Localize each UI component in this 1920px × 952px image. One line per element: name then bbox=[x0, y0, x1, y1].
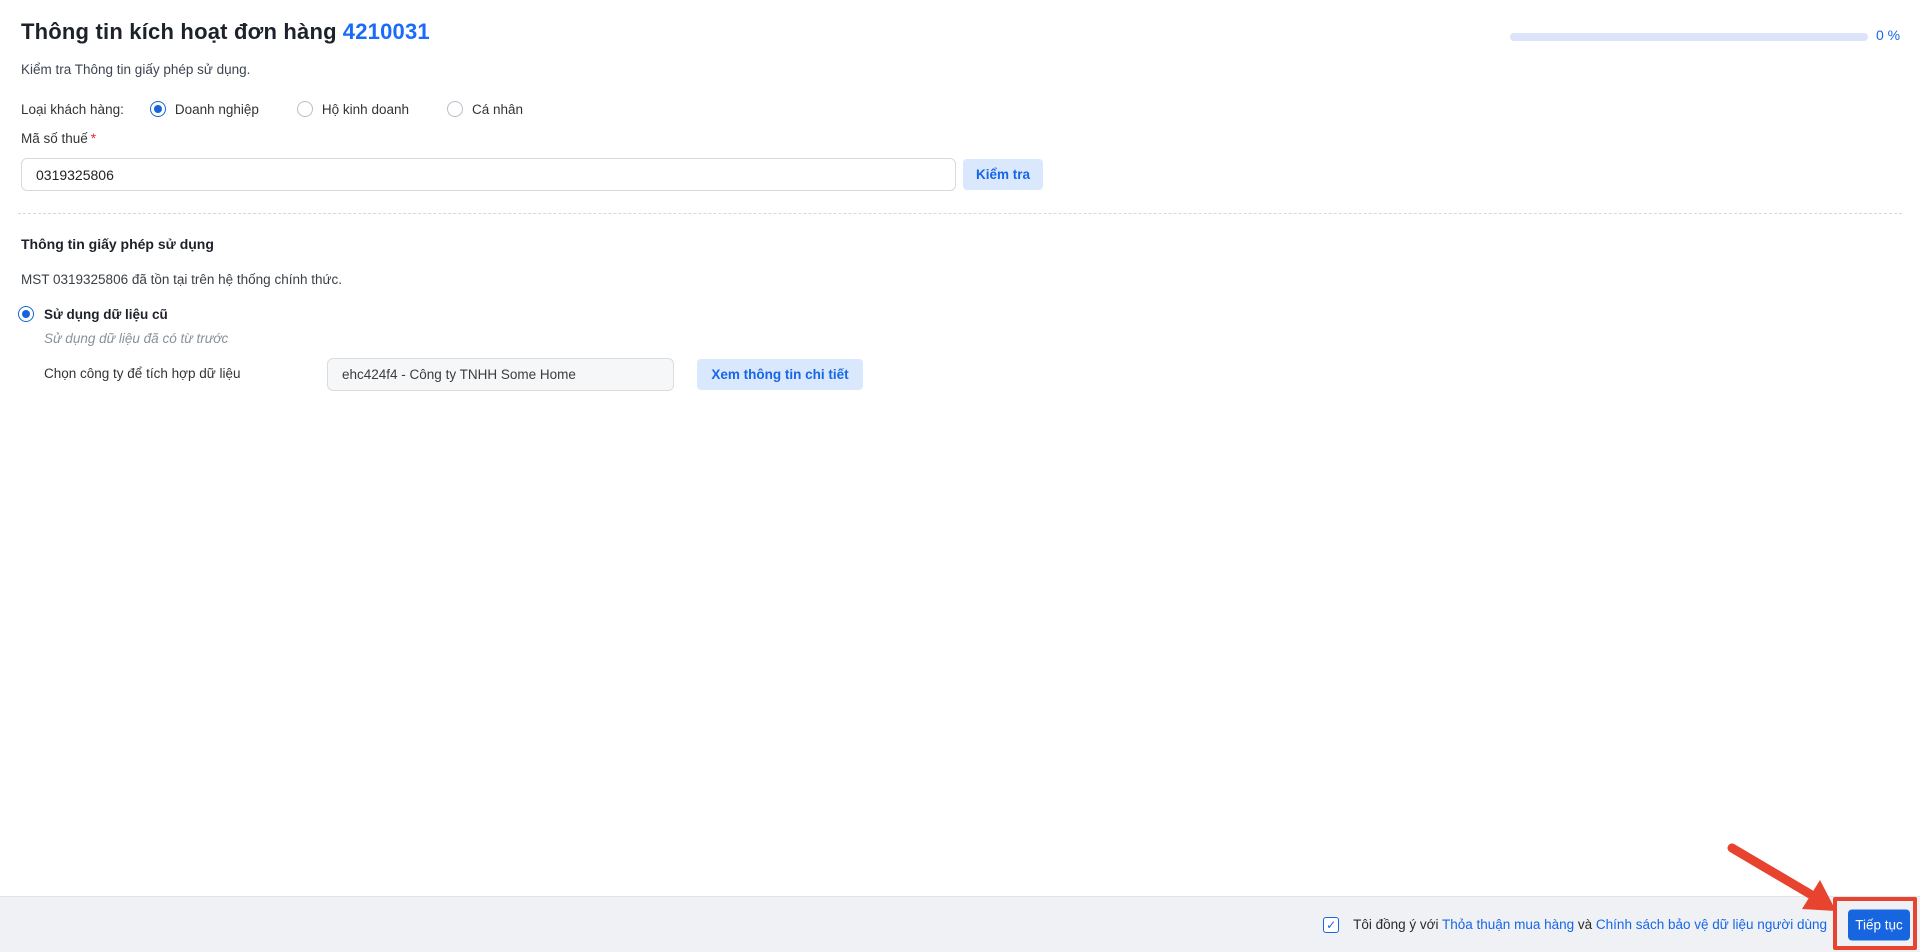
radio-unselected-icon[interactable] bbox=[447, 101, 463, 117]
agreement-group: ✓ Tôi đồng ý với Thỏa thuận mua hàng và … bbox=[1323, 916, 1827, 933]
page-subtitle: Kiểm tra Thông tin giấy phép sử dụng. bbox=[21, 62, 251, 77]
progress-percent-label: 0 % bbox=[1876, 27, 1901, 43]
radio-option-label: Hộ kinh doanh bbox=[321, 101, 409, 117]
agreement-text: Tôi đồng ý với Thỏa thuận mua hàng và Ch… bbox=[1353, 917, 1827, 932]
radio-unselected-icon[interactable] bbox=[296, 101, 313, 117]
use-old-data-description: Sử dụng dữ liệu đã có từ trước bbox=[44, 331, 229, 346]
check-tax-code-button[interactable]: Kiểm tra bbox=[963, 159, 1043, 190]
use-old-data-radio[interactable]: Sử dụng dữ liệu cũ bbox=[18, 306, 168, 322]
tax-code-label: Mã số thuế * bbox=[21, 131, 97, 146]
radio-option-label: Cá nhân bbox=[472, 101, 524, 117]
use-old-data-label: Sử dụng dữ liệu cũ bbox=[44, 306, 168, 322]
company-select-label: Chọn công ty để tích hợp dữ liệu bbox=[44, 366, 241, 381]
annotation-arrow-icon bbox=[1727, 843, 1836, 911]
order-activation-page: Thông tin kích hoạt đơn hàng 4210031 0 % … bbox=[0, 0, 1920, 952]
order-number: 4210031 bbox=[342, 19, 430, 44]
continue-button[interactable]: Tiếp tục bbox=[1848, 909, 1910, 940]
customer-type-radio-group: Loại khách hàng: Doanh nghiệp Hộ kinh do… bbox=[21, 101, 561, 117]
required-asterisk: * bbox=[90, 131, 97, 146]
agree-checkbox[interactable]: ✓ bbox=[1323, 916, 1340, 933]
radio-selected-icon[interactable] bbox=[149, 101, 166, 117]
company-select-input[interactable] bbox=[327, 358, 674, 391]
radio-option-doanh-nghiep[interactable]: Doanh nghiệp bbox=[149, 101, 259, 117]
footer-bar: ✓ Tôi đồng ý với Thỏa thuận mua hàng và … bbox=[0, 896, 1920, 952]
page-title-text: Thông tin kích hoạt đơn hàng bbox=[21, 19, 337, 44]
radio-option-ca-nhan[interactable]: Cá nhân bbox=[447, 101, 523, 117]
checkmark-icon: ✓ bbox=[1326, 917, 1337, 932]
view-details-button[interactable]: Xem thông tin chi tiết bbox=[697, 359, 863, 390]
privacy-policy-link[interactable]: Chính sách bảo vệ dữ liệu người dùng bbox=[1596, 917, 1827, 932]
page-title: Thông tin kích hoạt đơn hàng 4210031 bbox=[21, 19, 430, 45]
tax-code-input[interactable] bbox=[21, 158, 956, 191]
license-section-heading: Thông tin giấy phép sử dụng bbox=[21, 236, 214, 252]
radio-selected-icon[interactable] bbox=[18, 306, 34, 322]
radio-option-ho-kinh-doanh[interactable]: Hộ kinh doanh bbox=[296, 101, 409, 117]
radio-option-label: Doanh nghiệp bbox=[174, 101, 259, 117]
progress-bar bbox=[1510, 33, 1868, 41]
mst-status-text: MST 0319325806 đã tồn tại trên hệ thống … bbox=[21, 272, 343, 287]
customer-type-label: Loại khách hàng: bbox=[21, 101, 124, 117]
terms-link[interactable]: Thỏa thuận mua hàng bbox=[1442, 917, 1574, 932]
section-divider bbox=[18, 213, 1902, 214]
